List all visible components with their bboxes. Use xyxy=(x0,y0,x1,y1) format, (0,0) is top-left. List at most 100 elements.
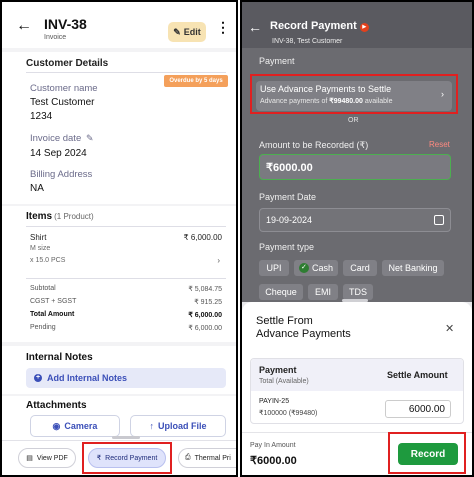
internal-notes-title: Internal Notes xyxy=(26,352,93,363)
pencil-icon: ✎ xyxy=(173,26,181,37)
camera-label: Camera xyxy=(64,421,98,431)
payment-type-upi[interactable]: UPI xyxy=(259,260,289,276)
summary-label: Subtotal xyxy=(30,285,56,292)
advance-title: Use Advance Payments to Settle xyxy=(260,84,392,94)
summary-subtotal: Subtotal ₹ 5,084.75 xyxy=(30,285,222,293)
upload-label: Upload File xyxy=(157,421,207,431)
rupee-coin-icon: ₹ xyxy=(96,455,102,462)
sheet-drag-handle[interactable] xyxy=(342,299,368,302)
pay-in-amount-value: ₹6000.00 xyxy=(250,455,297,467)
advance-payments-table: Payment Total (Available) Settle Amount … xyxy=(250,358,464,424)
summary-value: ₹ 6,000.00 xyxy=(188,325,222,332)
overdue-badge: Overdue by 5 days xyxy=(164,75,228,87)
chevron-right-icon: › xyxy=(441,89,444,99)
invoice-header: ← INV-38 Invoice ✎ Edit ⋮ xyxy=(2,2,236,48)
advance-sub-suffix: available xyxy=(362,98,393,105)
back-arrow-icon[interactable]: ← xyxy=(248,20,262,34)
edit-date-icon[interactable]: ✎ xyxy=(86,133,94,144)
customer-name-value: Test Customer xyxy=(30,97,95,108)
item-quantity: x 15.0 PCS xyxy=(30,257,66,264)
add-notes-label: Add Internal Notes xyxy=(47,373,128,383)
record-payment-header: ← Record Payment ▶ INV-38, Test Customer xyxy=(242,2,472,48)
payment-date-label: Payment Date xyxy=(259,192,317,202)
payment-type-net-banking[interactable]: Net Banking xyxy=(382,260,444,276)
back-arrow-icon[interactable]: ← xyxy=(16,18,32,34)
close-icon[interactable]: ✕ xyxy=(445,322,454,335)
payment-type-cheque[interactable]: Cheque xyxy=(259,284,303,300)
more-options-icon[interactable]: ⋮ xyxy=(216,20,230,34)
add-internal-notes-button[interactable]: + Add Internal Notes xyxy=(26,368,226,388)
col-settle-amount: Settle Amount xyxy=(387,370,448,380)
edit-label: Edit xyxy=(183,27,201,37)
payment-type-cash-label: Cash xyxy=(311,263,333,273)
summary-value: ₹ 5,084.75 xyxy=(188,286,222,293)
invoice-date-value: 14 Sep 2024 xyxy=(30,148,87,159)
payment-type-cash[interactable]: ✓ Cash xyxy=(294,260,338,276)
summary-label: Pending xyxy=(30,324,56,331)
items-title: Items (1 Product) xyxy=(26,211,94,222)
payment-total-available: ₹100000 (₹99480) xyxy=(259,410,318,417)
use-advance-payments-card[interactable]: Use Advance Payments to Settle Advance p… xyxy=(256,81,452,111)
payment-date-input[interactable]: 19-09-2024 xyxy=(259,208,451,232)
upload-icon: ↑ xyxy=(149,421,154,431)
view-pdf-label: View PDF xyxy=(36,454,68,462)
record-payment-screen: ← Record Payment ▶ INV-38, Test Customer … xyxy=(240,0,474,477)
payment-type-tds[interactable]: TDS xyxy=(343,284,373,300)
pdf-icon: ▤ xyxy=(26,455,33,462)
sheet-title-line2: Advance Payments xyxy=(256,328,351,340)
sheet-title-line1: Settle From xyxy=(256,315,313,327)
items-count: (1 Product) xyxy=(54,212,94,221)
col-payment: Payment xyxy=(259,365,297,375)
record-payment-title-text: Record Payment xyxy=(270,20,357,32)
item-name: Shirt xyxy=(30,233,47,242)
item-price: ₹ 6,000.00 xyxy=(183,233,222,242)
attachments-title: Attachments xyxy=(26,400,87,411)
record-payment-button[interactable]: ₹ Record Payment xyxy=(88,448,166,468)
drag-handle[interactable] xyxy=(112,436,140,439)
invoice-date-label: Invoice date xyxy=(30,133,82,144)
customer-name-label: Customer name xyxy=(30,83,98,94)
summary-label: CGST + SGST xyxy=(30,298,77,305)
advance-subtitle: Advance payments of ₹99480.00 available xyxy=(260,97,393,105)
thermal-print-button[interactable]: ⎙ Thermal Pri xyxy=(178,448,236,468)
play-video-icon[interactable]: ▶ xyxy=(359,23,369,32)
settle-amount-input[interactable]: 6000.00 xyxy=(385,400,451,418)
divider xyxy=(242,432,472,433)
record-payment-title: Record Payment ▶ xyxy=(270,20,369,32)
summary-tax: CGST + SGST ₹ 915.25 xyxy=(30,298,222,306)
pay-in-amount-label: Pay In Amount xyxy=(250,442,296,449)
calendar-icon[interactable] xyxy=(434,215,444,225)
col-total-available: Total (Available) xyxy=(259,378,309,385)
thermal-print-label: Thermal Pri xyxy=(194,454,231,462)
record-button[interactable]: Record xyxy=(398,443,458,465)
advance-sub-prefix: Advance payments of xyxy=(260,98,330,105)
amount-label: Amount to be Recorded (₹) xyxy=(259,140,369,150)
camera-button[interactable]: ◉ Camera xyxy=(30,415,120,437)
billing-address-label: Billing Address xyxy=(30,169,93,180)
customer-name-code: 1234 xyxy=(30,111,53,122)
divider xyxy=(26,226,226,227)
payment-section-label: Payment xyxy=(259,56,295,66)
view-pdf-button[interactable]: ▤ View PDF xyxy=(18,448,76,468)
reset-link[interactable]: Reset xyxy=(429,140,450,149)
payment-type-card[interactable]: Card xyxy=(343,260,377,276)
summary-total: Total Amount ₹ 6,000.00 xyxy=(30,311,222,319)
plus-icon: + xyxy=(34,374,42,382)
customer-details-title: Customer Details xyxy=(26,58,109,69)
summary-pending: Pending ₹ 6,000.00 xyxy=(30,324,222,332)
billing-address-value: NA xyxy=(30,183,44,194)
or-separator: OR xyxy=(348,117,359,124)
edit-button[interactable]: ✎ Edit xyxy=(168,22,206,42)
invoice-subtitle: Invoice xyxy=(44,34,67,41)
items-title-text: Items xyxy=(26,211,53,222)
record-payment-subtitle: INV-38, Test Customer xyxy=(272,38,343,45)
amount-input[interactable]: ₹6000.00 xyxy=(259,154,451,180)
summary-value: ₹ 6,000.00 xyxy=(188,312,222,319)
payment-type-label: Payment type xyxy=(259,242,315,252)
invoice-title: INV-38 xyxy=(44,16,87,32)
payment-type-emi[interactable]: EMI xyxy=(308,284,338,300)
upload-file-button[interactable]: ↑ Upload File xyxy=(130,415,226,437)
summary-value: ₹ 915.25 xyxy=(194,299,222,306)
payment-date-value: 19-09-2024 xyxy=(266,215,313,225)
printer-icon: ⎙ xyxy=(185,454,191,461)
